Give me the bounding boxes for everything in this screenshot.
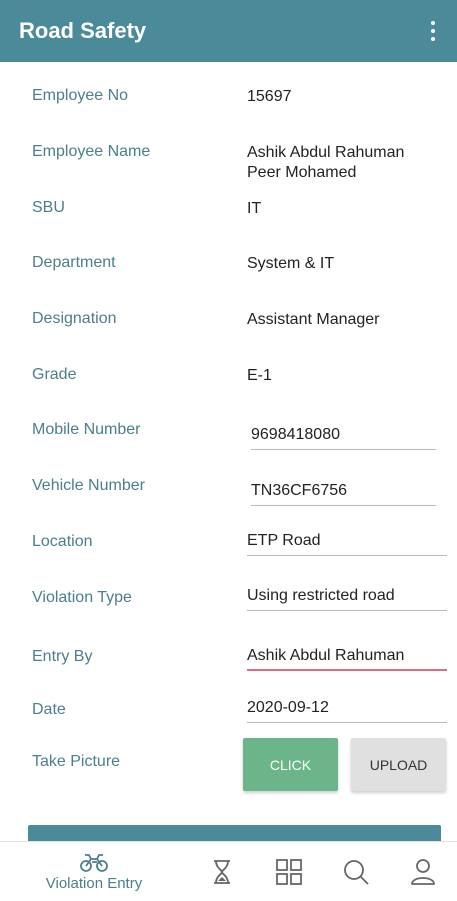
sbu-value: IT: [247, 200, 262, 217]
nav-dashboard[interactable]: [267, 842, 311, 901]
employee-name-line2: Peer Mohamed: [247, 164, 357, 181]
violation-type-input[interactable]: Using restricted road: [247, 585, 447, 611]
grid-icon: [276, 858, 302, 885]
department-label: Department: [32, 254, 116, 271]
app-bar: Road Safety: [0, 0, 457, 62]
bottom-nav: Violation Entry: [0, 841, 457, 900]
mobile-number-input[interactable]: 9698418080: [251, 424, 436, 450]
date-label: Date: [32, 701, 66, 718]
nav-violation-entry[interactable]: Violation Entry: [30, 842, 158, 901]
sbu-label: SBU: [32, 199, 65, 216]
designation-label: Designation: [32, 310, 117, 327]
profile-icon: [411, 858, 435, 885]
entry-by-label: Entry By: [32, 648, 93, 665]
nav-search[interactable]: [334, 842, 378, 901]
entry-by-input[interactable]: Ashik Abdul Rahuman: [247, 645, 447, 671]
vehicle-number-label: Vehicle Number: [32, 477, 145, 494]
employee-name-label: Employee Name: [32, 143, 151, 160]
employee-no-label: Employee No: [32, 87, 129, 104]
employee-no-value: 15697: [247, 88, 292, 105]
take-picture-label: Take Picture: [32, 753, 121, 770]
grade-value: E-1: [247, 367, 272, 384]
upload-picture-button[interactable]: UPLOAD: [351, 738, 446, 791]
employee-name-line1: Ashik Abdul Rahuman: [247, 144, 405, 161]
location-input[interactable]: ETP Road: [247, 530, 447, 556]
grade-label: Grade: [32, 366, 77, 383]
mobile-number-label: Mobile Number: [32, 421, 141, 438]
nav-violation-entry-label: Violation Entry: [45, 875, 143, 892]
nav-history[interactable]: [200, 842, 244, 901]
click-picture-button[interactable]: CLICK: [243, 738, 338, 791]
more-vert-icon[interactable]: [423, 19, 443, 43]
vehicle-number-input[interactable]: TN36CF6756: [251, 480, 436, 506]
search-icon: [344, 859, 369, 885]
date-input[interactable]: 2020-09-12: [247, 697, 447, 723]
location-label: Location: [32, 533, 93, 550]
department-value: System & IT: [247, 255, 335, 272]
violation-type-label: Violation Type: [32, 589, 132, 606]
app-title: Road Safety: [19, 18, 147, 43]
designation-value: Assistant Manager: [247, 311, 380, 328]
motorcycle-icon: [80, 854, 108, 872]
nav-profile[interactable]: [401, 842, 445, 901]
employee-name-value: Ashik Abdul Rahuman Peer Mohamed: [247, 143, 437, 183]
hourglass-icon: [214, 859, 230, 884]
